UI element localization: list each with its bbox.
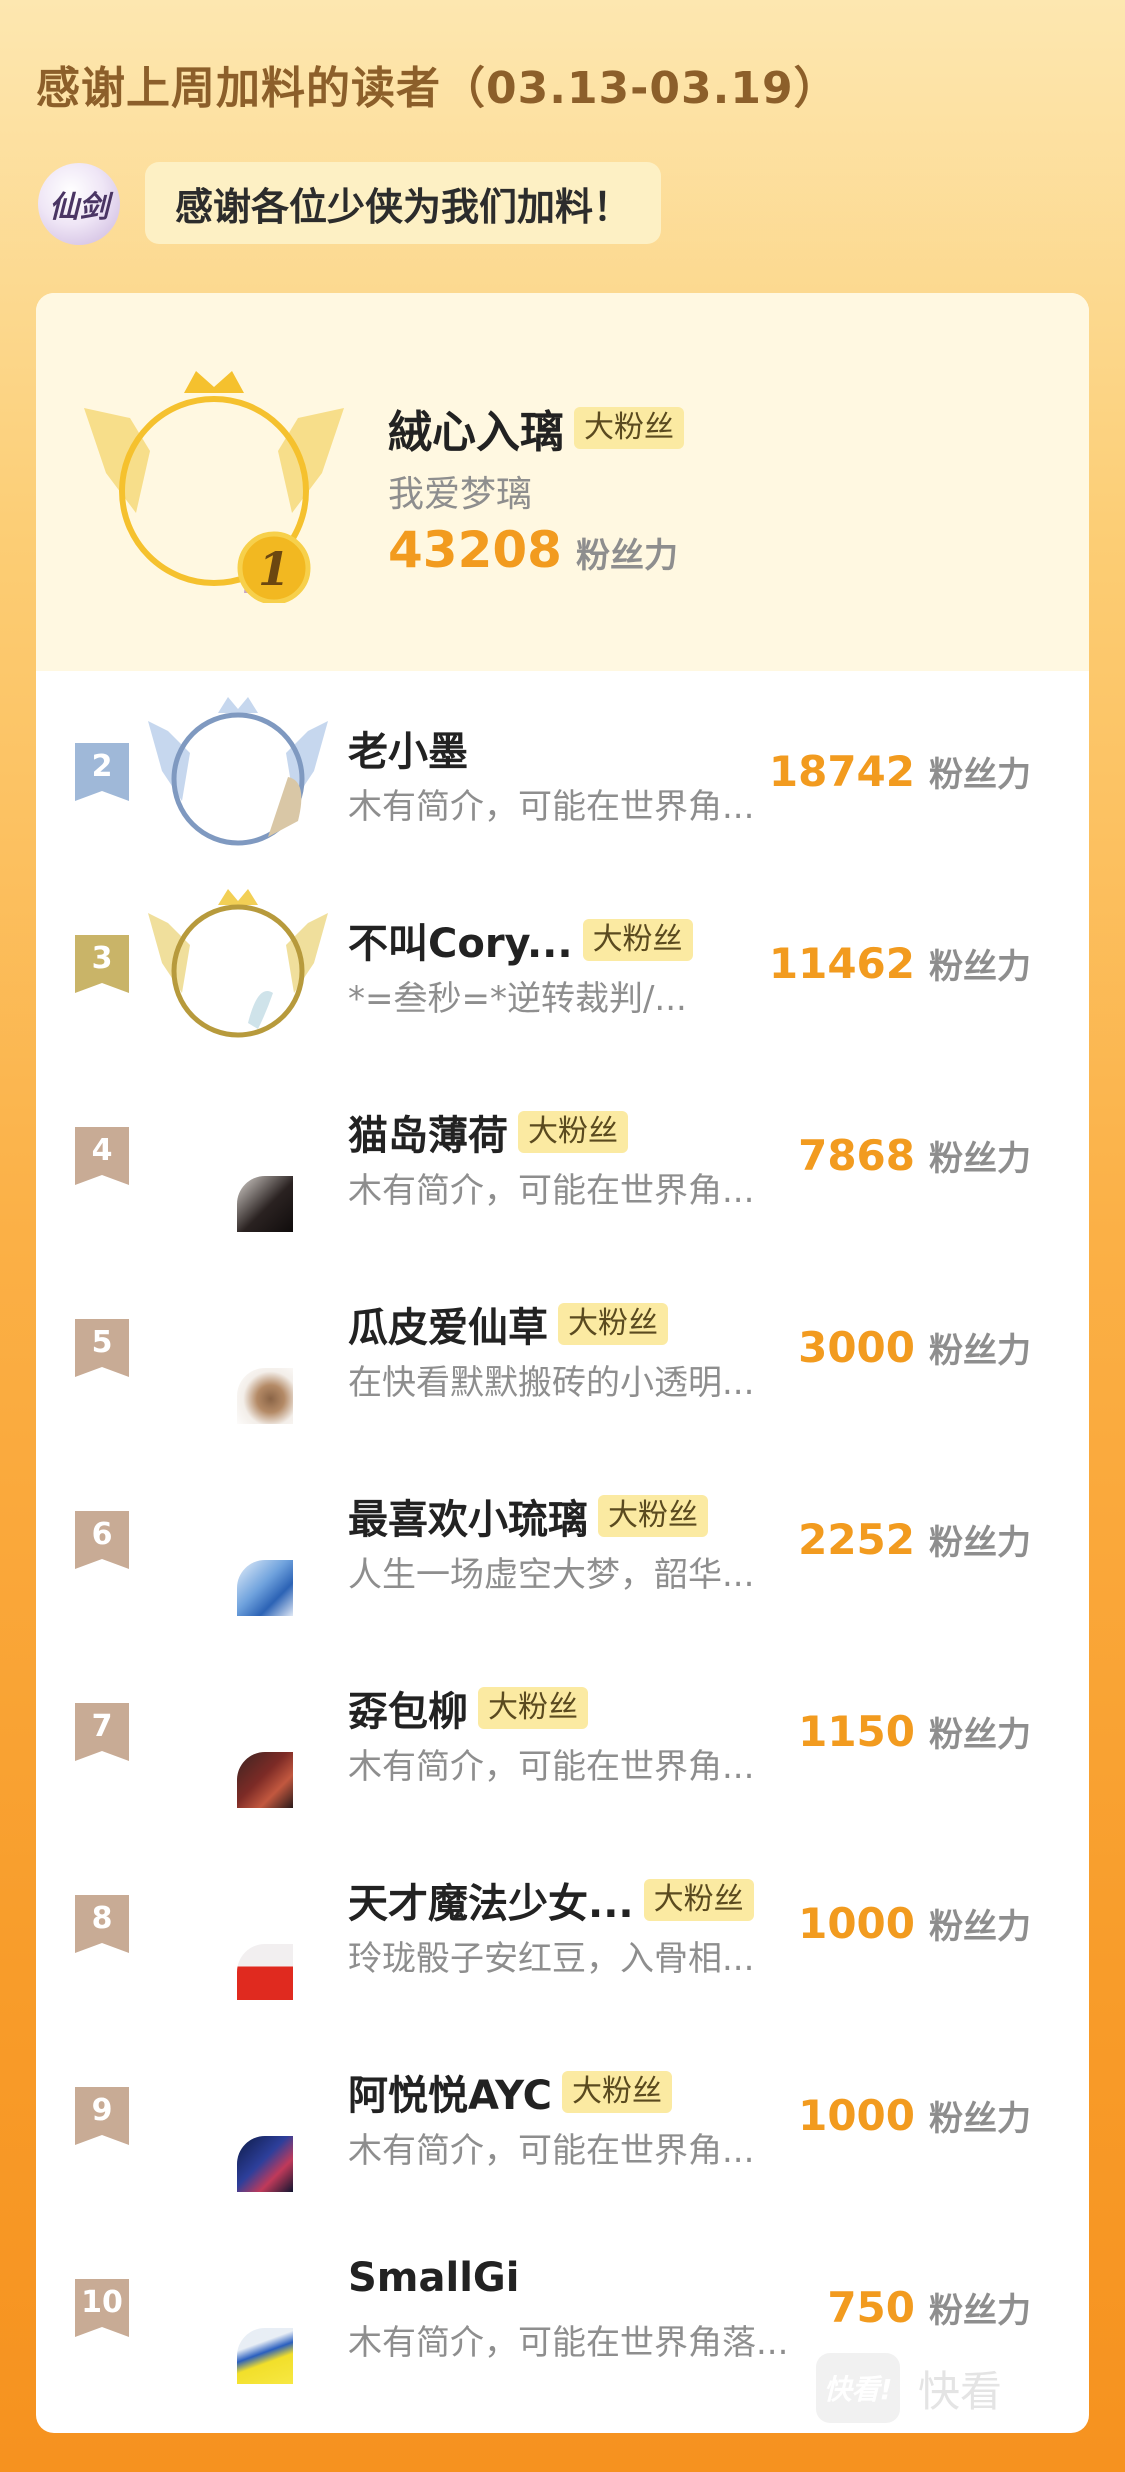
- reader-bio: 玲珑骰子安红豆，入骨相...: [348, 1939, 755, 1979]
- reader-avatar[interactable]: [237, 2328, 293, 2384]
- rank-number: 9: [91, 2093, 113, 2128]
- rank-2-item[interactable]: 2 老小墨 木有简介，可能在世界角... 18742 粉丝力: [36, 671, 1089, 863]
- rank-1-bio: 我爱梦璃: [388, 474, 533, 515]
- score-value: 3000: [798, 1323, 915, 1372]
- bronze-frame-icon: [148, 889, 328, 1038]
- score-unit: 粉丝力: [929, 2291, 1031, 2331]
- reader-score: 1000 粉丝力: [798, 2091, 1031, 2140]
- score-value: 1150: [798, 1707, 915, 1756]
- reader-name: 老小墨: [348, 729, 468, 775]
- reader-name: 不叫Cory... 大粉丝: [348, 911, 693, 969]
- rank-5-item[interactable]: 5 瓜皮爱仙草 大粉丝 在快看默默搬砖的小透明... 3000 粉丝力: [36, 1247, 1089, 1439]
- fan-badge: 大粉丝: [562, 2071, 673, 2113]
- kuaikan-logo-icon: 快看!: [816, 2353, 900, 2423]
- fan-badge: 大粉丝: [558, 1303, 668, 1345]
- reader-name: 天才魔法少女... 大粉丝: [348, 1871, 754, 1929]
- reader-score: 3000 粉丝力: [798, 1323, 1031, 1372]
- reader-bio: *=叁秒=*逆转裁判/...: [348, 979, 687, 1019]
- rank-9-item[interactable]: 9 阿悦悦AYC 大粉丝 木有简介，可能在世界角... 1000 粉丝力: [36, 2015, 1089, 2207]
- reader-score: 7868 粉丝力: [798, 1131, 1031, 1180]
- reader-avatar[interactable]: [237, 1752, 293, 1808]
- thanks-bubble: 感谢各位少侠为我们加料！: [145, 162, 662, 244]
- score-unit: 粉丝力: [929, 1331, 1031, 1371]
- reader-bio: 木有简介，可能在世界角...: [348, 787, 755, 827]
- reader-score: 1000 粉丝力: [798, 1899, 1031, 1948]
- kuaikan-watermark: 快看! 快看: [816, 2353, 1002, 2423]
- reader-avatar[interactable]: [237, 1368, 293, 1424]
- rank-1-score: 43208 粉丝力: [388, 521, 678, 579]
- reader-avatar[interactable]: [237, 2136, 293, 2192]
- score-value: 11462: [768, 939, 915, 988]
- reader-score: 11462 粉丝力: [769, 939, 1031, 988]
- rank-4-item[interactable]: 4 猫岛薄荷 大粉丝 木有简介，可能在世界角... 7868 粉丝力: [36, 1055, 1089, 1247]
- rank-1-name-text: 絨心入璃: [388, 407, 564, 458]
- reader-name: 瓜皮爱仙草 大粉丝: [348, 1295, 668, 1353]
- reader-name: 阿悦悦AYC 大粉丝: [348, 2063, 673, 2121]
- reader-name: 孬包柳 大粉丝: [348, 1679, 588, 1737]
- rank-number: 7: [91, 1709, 113, 1744]
- score-value: 1000: [798, 1899, 915, 1948]
- rank-number: 5: [91, 1325, 113, 1360]
- score-value: 7868: [798, 1131, 915, 1180]
- reader-avatar[interactable]: [237, 1560, 293, 1616]
- fan-badge: 大粉丝: [582, 919, 693, 961]
- score-unit: 粉丝力: [929, 1907, 1031, 1947]
- avatar-logo-text: 仙剑: [49, 190, 109, 225]
- rank-3-item[interactable]: 3 不叫Cory... 大粉丝 *=叁秒=*逆转裁判/... 11462 粉丝力: [36, 863, 1089, 1055]
- reader-bio: 木有简介，可能在世界角...: [348, 1747, 755, 1787]
- score-unit: 粉丝力: [929, 2099, 1031, 2139]
- rank-number: 6: [91, 1517, 113, 1552]
- reader-avatar[interactable]: [237, 1176, 293, 1232]
- reader-score: 750 粉丝力: [827, 2283, 1031, 2332]
- reader-name: 猫岛薄荷 大粉丝: [348, 1103, 628, 1161]
- score-unit: 粉丝力: [929, 1139, 1031, 1179]
- rank-1-score-unit: 粉丝力: [575, 536, 678, 576]
- rank-1-name: 絨心入璃 大粉丝: [388, 396, 684, 460]
- rank-number: 8: [91, 1901, 113, 1936]
- score-value: 18742: [768, 747, 915, 796]
- watermark-text: 快看: [918, 2366, 1003, 2416]
- reader-bio: 木有简介，可能在世界角落...: [348, 2323, 789, 2363]
- rank-1-frame-icon: 1: [84, 371, 344, 603]
- ranking-card: 1 絨心入璃 大粉丝 我爱梦璃 43208 粉丝力 2 老小墨 木有简介，可能在…: [36, 293, 1089, 2433]
- fan-badge: 大粉丝: [598, 1495, 708, 1537]
- reader-name: SmallGi: [348, 2255, 520, 2301]
- reader-bio: 人生一场虚空大梦，韶华...: [348, 1555, 755, 1595]
- rank-1-number: 1: [258, 542, 290, 596]
- rank-1-item[interactable]: 1 絨心入璃 大粉丝 我爱梦璃 43208 粉丝力: [36, 293, 1089, 671]
- fan-badge: 大粉丝: [643, 1879, 754, 1921]
- fan-badge: 大粉丝: [574, 407, 684, 449]
- rank-number: 2: [91, 749, 113, 784]
- rank-7-item[interactable]: 7 孬包柳 大粉丝 木有简介，可能在世界角... 1150 粉丝力: [36, 1631, 1089, 1823]
- official-avatar[interactable]: 仙剑: [38, 163, 120, 245]
- reader-bio: 木有简介，可能在世界角...: [348, 2131, 755, 2171]
- rank-number: 3: [91, 941, 113, 976]
- reader-bio: 木有简介，可能在世界角...: [348, 1171, 755, 1211]
- score-unit: 粉丝力: [929, 1523, 1031, 1563]
- score-value: 1000: [798, 2091, 915, 2140]
- fan-badge: 大粉丝: [478, 1687, 588, 1729]
- reader-score: 2252 粉丝力: [798, 1515, 1031, 1564]
- rank-1-score-value: 43208: [388, 521, 562, 579]
- page-title: 感谢上周加料的读者（03.13-03.19）: [36, 63, 839, 114]
- rank-number: 4: [91, 1133, 113, 1168]
- reader-bio: 在快看默默搬砖的小透明...: [348, 1363, 755, 1403]
- score-value: 2252: [798, 1515, 915, 1564]
- score-value: 750: [827, 2283, 915, 2332]
- reader-score: 1150 粉丝力: [798, 1707, 1031, 1756]
- silver-frame-icon: [148, 697, 328, 846]
- rank-number: 10: [81, 2285, 123, 2320]
- reader-avatar[interactable]: [237, 1944, 293, 2000]
- reader-name: 最喜欢小琉璃 大粉丝: [348, 1487, 708, 1545]
- rank-6-item[interactable]: 6 最喜欢小琉璃 大粉丝 人生一场虚空大梦，韶华... 2252 粉丝力: [36, 1439, 1089, 1631]
- score-unit: 粉丝力: [929, 1715, 1031, 1755]
- rank-8-item[interactable]: 8 天才魔法少女... 大粉丝 玲珑骰子安红豆，入骨相... 1000 粉丝力: [36, 1823, 1089, 2015]
- reader-score: 18742 粉丝力: [769, 747, 1031, 796]
- score-unit: 粉丝力: [929, 947, 1031, 987]
- score-unit: 粉丝力: [929, 755, 1031, 795]
- fan-badge: 大粉丝: [518, 1111, 628, 1153]
